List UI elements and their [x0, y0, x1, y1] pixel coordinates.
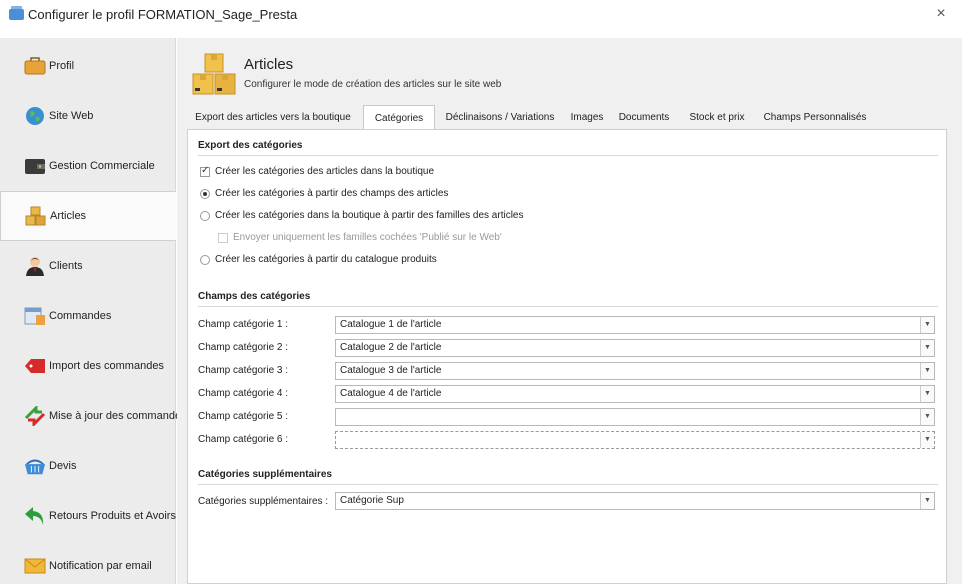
select-value: Catégorie Sup [340, 495, 404, 506]
checkbox-label: Envoyer uniquement les familles cochées … [233, 232, 502, 243]
calendar-icon [24, 306, 46, 326]
sync-arrows-icon [24, 406, 46, 426]
app-icon [9, 6, 24, 20]
radio-from-families[interactable]: Créer les catégories dans la boutique à … [200, 210, 524, 221]
checkbox[interactable] [200, 165, 210, 177]
main-panel: Articles Configurer le mode de création … [177, 38, 962, 584]
send-checked-families-checkbox: Envoyer uniquement les familles cochées … [218, 232, 502, 243]
tab-export-articles[interactable]: Export des articles vers la boutique [187, 107, 359, 129]
section-title-fields: Champs des catégories [198, 291, 311, 302]
chevron-down-icon[interactable]: ▼ [920, 432, 934, 448]
sidebar-item-label: Site Web [49, 110, 94, 122]
radio-button[interactable] [200, 210, 210, 221]
briefcase-icon [24, 56, 46, 76]
globe-icon [24, 106, 46, 126]
section-divider [198, 484, 938, 485]
categories-panel: Export des catégories Créer les catégori… [187, 129, 947, 584]
chevron-down-icon[interactable]: ▼ [920, 386, 934, 402]
field-label-categorie-4: Champ catégorie 4 : [198, 388, 289, 399]
section-title-export: Export des catégories [198, 140, 303, 151]
sidebar-item-articles[interactable]: Articles [0, 191, 176, 241]
user-icon [24, 256, 46, 276]
boxes-icon [25, 206, 47, 226]
sidebar-item-label: Retours Produits et Avoirs [49, 510, 176, 522]
sidebar-item-label: Clients [49, 260, 83, 272]
select-value: Catalogue 4 de l'article [340, 388, 442, 399]
chevron-down-icon[interactable]: ▼ [920, 317, 934, 333]
categorie-5-select[interactable]: ▼ [335, 408, 935, 426]
sidebar-item-retours-produits-et-avoirs[interactable]: Retours Produits et Avoirs [0, 491, 176, 541]
sidebar-item-import-des-commandes[interactable]: Import des commandes [0, 341, 176, 391]
chevron-down-icon[interactable]: ▼ [920, 340, 934, 356]
radio-button[interactable] [200, 188, 210, 199]
page-subtitle: Configurer le mode de création des artic… [244, 79, 502, 90]
categorie-3-select[interactable]: Catalogue 3 de l'article ▼ [335, 362, 935, 380]
tab-champs-personnalises[interactable]: Champs Personnalisés [759, 107, 871, 129]
field-label-categories-supplementaires: Catégories supplémentaires : [198, 496, 329, 507]
sale-tag-icon [24, 356, 46, 376]
tab-documents[interactable]: Documents [613, 107, 675, 129]
sidebar-item-label: Gestion Commerciale [49, 160, 155, 172]
section-divider [198, 306, 938, 307]
email-icon [24, 556, 46, 576]
categorie-2-select[interactable]: Catalogue 2 de l'article ▼ [335, 339, 935, 357]
radio-from-fields[interactable]: Créer les catégories à partir des champs… [200, 188, 448, 199]
select-value: Catalogue 2 de l'article [340, 342, 442, 353]
chevron-down-icon[interactable]: ▼ [920, 363, 934, 379]
chevron-down-icon[interactable]: ▼ [920, 409, 934, 425]
sidebar-item-gestion-commerciale[interactable]: Gestion Commerciale [0, 141, 176, 191]
radio-label: Créer les catégories à partir du catalog… [215, 254, 437, 265]
chevron-down-icon[interactable]: ▼ [920, 493, 934, 509]
checkbox-label: Créer les catégories des articles dans l… [215, 166, 435, 177]
tab-declinaisons[interactable]: Déclinaisons / Variations [439, 107, 561, 129]
sidebar-item-label: Profil [49, 60, 75, 72]
title-bar: Configurer le profil FORMATION_Sage_Pres… [0, 0, 962, 30]
return-arrow-icon [24, 506, 46, 526]
sidebar: Profil Site Web Gestion Commerciale Arti… [0, 38, 187, 584]
radio-button[interactable] [200, 254, 210, 265]
sidebar-item-label: Notification par email [49, 560, 152, 572]
categories-supplementaires-select[interactable]: Catégorie Sup ▼ [335, 492, 935, 510]
field-label-categorie-6: Champ catégorie 6 : [198, 434, 289, 445]
sidebar-item-notification-par-email[interactable]: Notification par email [0, 541, 176, 584]
window-title: Configurer le profil FORMATION_Sage_Pres… [28, 7, 298, 22]
select-value: Catalogue 3 de l'article [340, 365, 442, 376]
categorie-6-select[interactable]: ▼ [335, 431, 935, 449]
section-title-extra: Catégories supplémentaires [198, 469, 332, 480]
radio-label: Créer les catégories dans la boutique à … [215, 210, 524, 221]
radio-from-catalogue[interactable]: Créer les catégories à partir du catalog… [200, 254, 437, 265]
categorie-4-select[interactable]: Catalogue 4 de l'article ▼ [335, 385, 935, 403]
section-divider [198, 155, 938, 156]
select-value: Catalogue 1 de l'article [340, 319, 442, 330]
tab-images[interactable]: Images [565, 107, 609, 129]
sidebar-item-label: Import des commandes [49, 360, 164, 372]
page-title: Articles [244, 56, 294, 73]
checkbox [218, 232, 228, 243]
categorie-1-select[interactable]: Catalogue 1 de l'article ▼ [335, 316, 935, 334]
field-label-categorie-1: Champ catégorie 1 : [198, 319, 289, 330]
tab-categories[interactable]: Catégories [363, 105, 435, 129]
basket-icon [24, 456, 46, 476]
field-label-categorie-2: Champ catégorie 2 : [198, 342, 289, 353]
field-label-categorie-3: Champ catégorie 3 : [198, 365, 289, 376]
tab-bar: Export des articles vers la boutique Cat… [187, 105, 957, 129]
sidebar-item-label: Articles [50, 210, 87, 222]
sidebar-item-devis[interactable]: Devis [0, 441, 176, 491]
sidebar-item-profil[interactable]: Profil [0, 41, 176, 91]
wallet-icon [24, 156, 46, 176]
sidebar-item-label: Devis [49, 460, 77, 472]
radio-label: Créer les catégories à partir des champs… [215, 188, 449, 199]
field-label-categorie-5: Champ catégorie 5 : [198, 411, 289, 422]
sidebar-item-label: Mise à jour des commandes [49, 410, 187, 422]
sidebar-item-mise-a-jour-des-commandes[interactable]: Mise à jour des commandes [0, 391, 187, 441]
create-categories-checkbox[interactable]: Créer les catégories des articles dans l… [200, 165, 435, 177]
sidebar-item-clients[interactable]: Clients [0, 241, 176, 291]
sidebar-item-commandes[interactable]: Commandes [0, 291, 176, 341]
tab-stock-et-prix[interactable]: Stock et prix [681, 107, 753, 129]
close-button[interactable]: × [930, 4, 952, 24]
sidebar-item-site-web[interactable]: Site Web [0, 91, 176, 141]
sidebar-item-label: Commandes [49, 310, 112, 322]
boxes-icon [190, 50, 238, 98]
